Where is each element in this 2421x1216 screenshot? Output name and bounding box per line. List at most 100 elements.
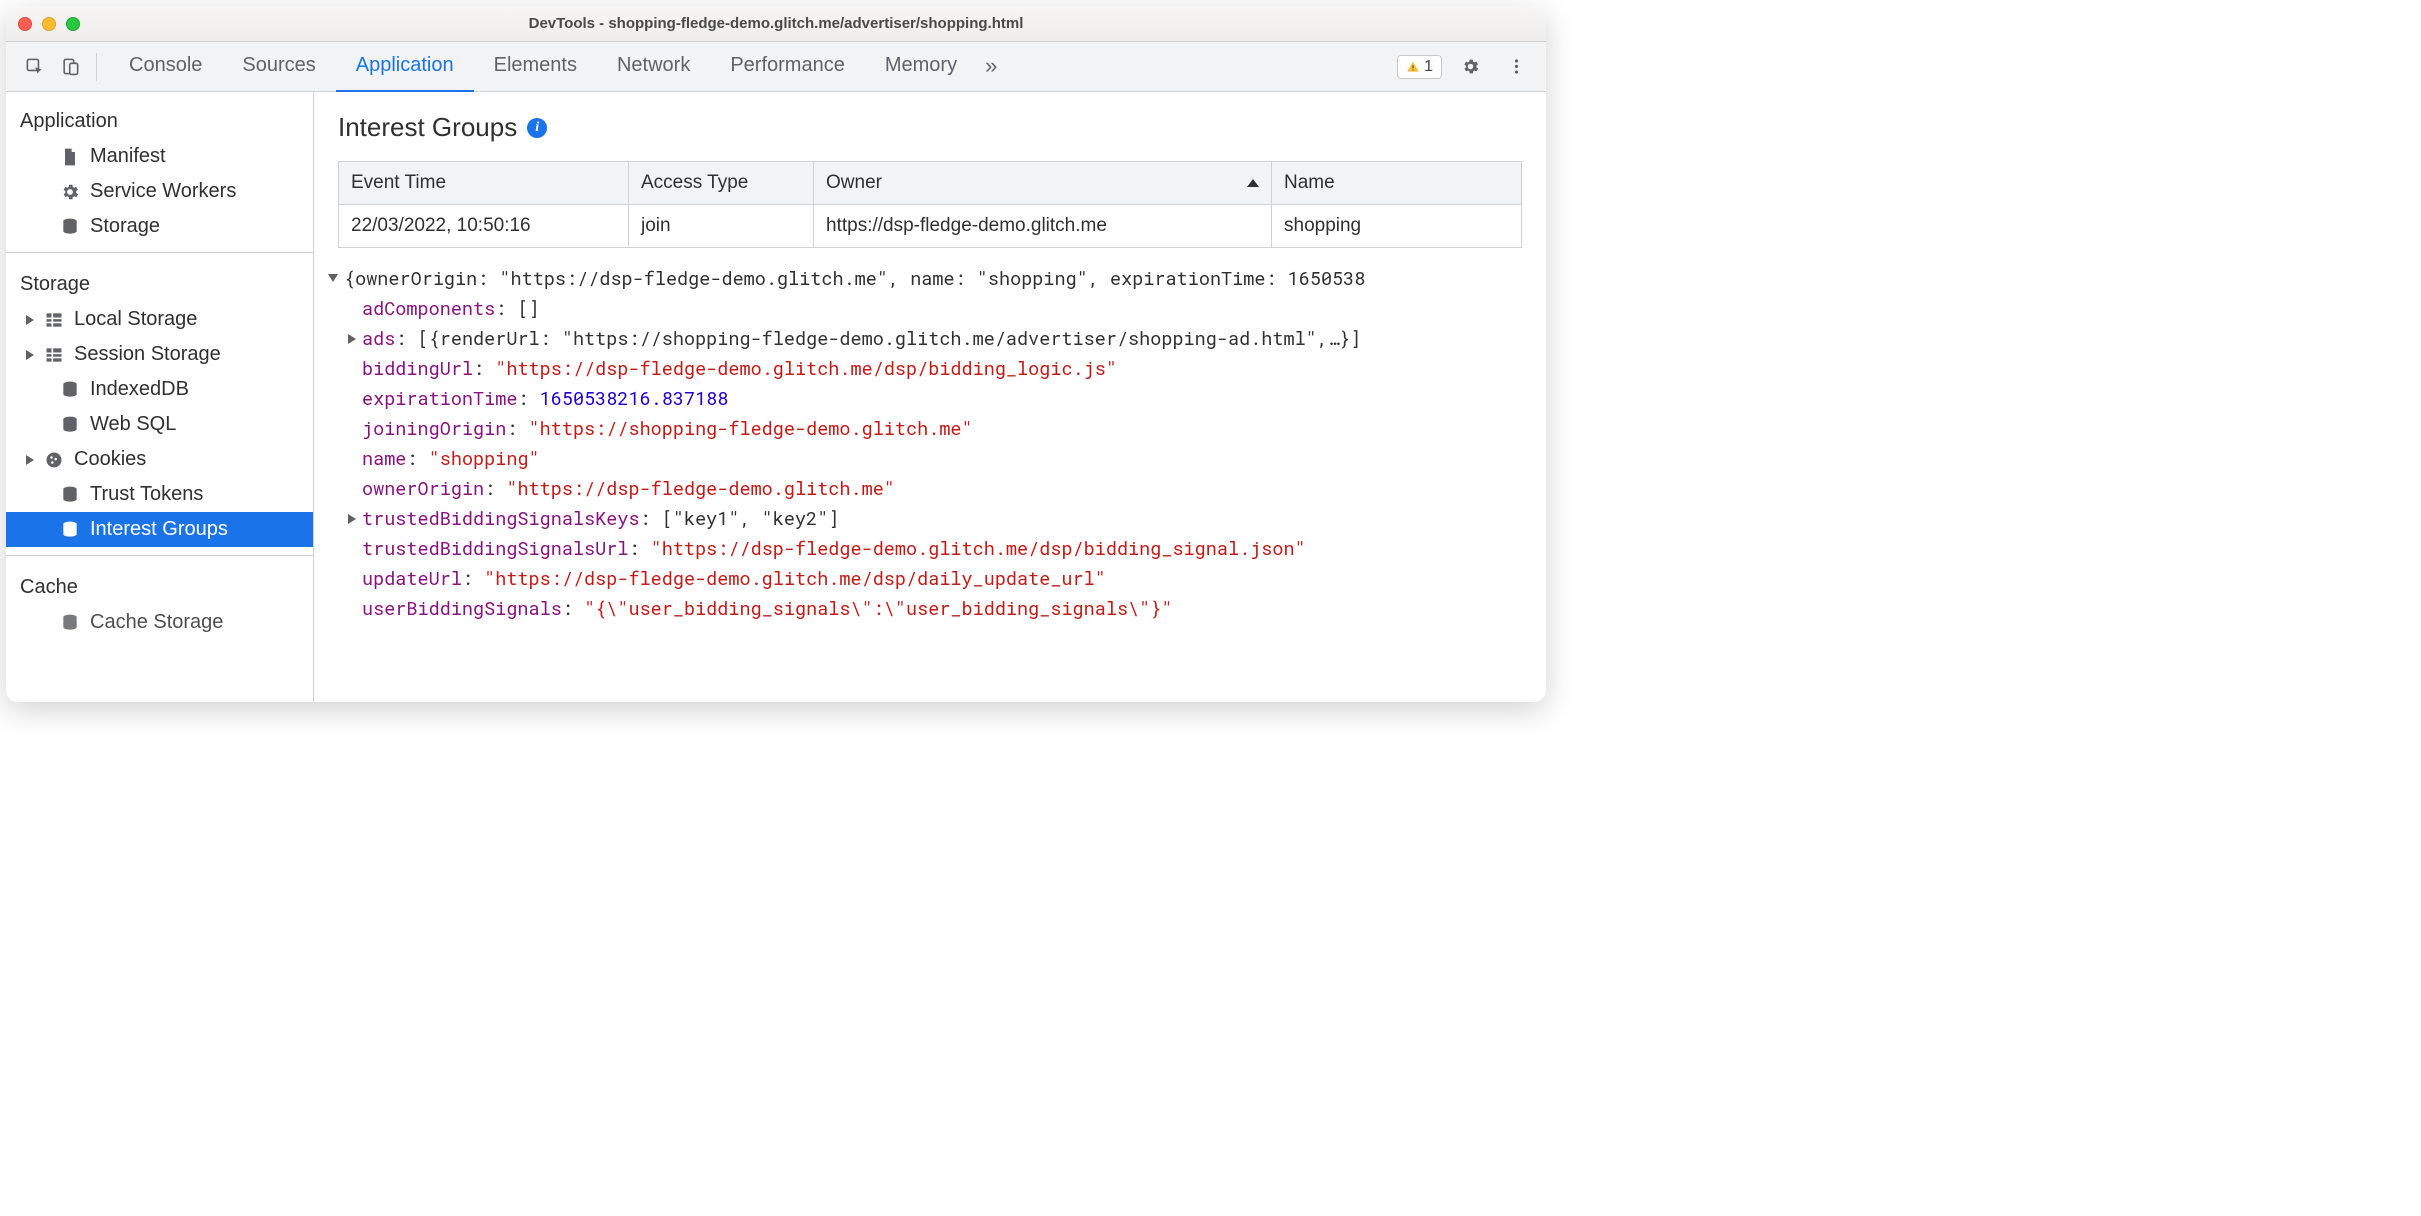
json-prop-ads[interactable]: ads: [{renderUrl: "https://shopping-fled… [320, 324, 1540, 354]
table-icon [44, 310, 64, 330]
database-icon [60, 217, 80, 237]
json-prop-trustedbiddingsignalsurl[interactable]: trustedBiddingSignalsUrl: "https://dsp-f… [320, 534, 1540, 564]
cell-name: shopping [1272, 205, 1522, 248]
sidebar-item-cookies[interactable]: Cookies [6, 442, 313, 477]
table-row[interactable]: 22/03/2022, 10:50:16 join https://dsp-fl… [339, 205, 1522, 248]
chevron-right-icon [26, 350, 34, 360]
sidebar-item-cache-storage[interactable]: Cache Storage [6, 605, 313, 640]
json-prop-joiningorigin[interactable]: joiningOrigin: "https://shopping-fledge-… [320, 414, 1540, 444]
sidebar-item-label: Service Workers [90, 180, 236, 203]
tabstrip: Console Sources Application Elements Net… [6, 42, 1546, 92]
sidebar: Application Manifest Service Workers Sto… [6, 92, 314, 702]
sidebar-section-cache: Cache [6, 564, 313, 605]
inspect-element-icon[interactable] [18, 51, 50, 83]
sidebar-item-label: Storage [90, 215, 160, 238]
tab-console[interactable]: Console [109, 42, 222, 92]
json-prop-userbiddingsignals[interactable]: userBiddingSignals: "{\"user_bidding_sig… [320, 594, 1540, 624]
database-icon [60, 613, 80, 633]
col-owner[interactable]: Owner [814, 162, 1272, 205]
database-icon [60, 485, 80, 505]
separator [96, 53, 97, 81]
table-header-row: Event Time Access Type Owner Name [339, 162, 1522, 205]
body: Application Manifest Service Workers Sto… [6, 92, 1546, 702]
interest-groups-table: Event Time Access Type Owner Name 22/03/… [338, 161, 1522, 248]
chevron-right-icon [26, 315, 34, 325]
json-prop-ownerorigin[interactable]: ownerOrigin: "https://dsp-fledge-demo.gl… [320, 474, 1540, 504]
sidebar-item-label: IndexedDB [90, 378, 189, 401]
col-access-type[interactable]: Access Type [629, 162, 814, 205]
json-prop-adcomponents[interactable]: adComponents: [] [320, 294, 1540, 324]
file-icon [60, 147, 80, 167]
gear-icon [60, 182, 80, 202]
close-window-button[interactable] [18, 17, 32, 31]
chevron-right-icon [26, 455, 34, 465]
info-icon[interactable]: i [527, 118, 547, 138]
json-prop-name[interactable]: name: "shopping" [320, 444, 1540, 474]
tab-overflow[interactable]: » [977, 42, 1005, 92]
warning-count: 1 [1424, 58, 1433, 76]
interest-groups-table-wrap: Event Time Access Type Owner Name 22/03/… [314, 161, 1546, 248]
device-toggle-icon[interactable] [54, 51, 86, 83]
table-icon [44, 345, 64, 365]
sidebar-item-manifest[interactable]: Manifest [6, 139, 313, 174]
titlebar: DevTools - shopping-fledge-demo.glitch.m… [6, 6, 1546, 42]
sidebar-item-service-workers[interactable]: Service Workers [6, 174, 313, 209]
sidebar-item-label: Local Storage [74, 308, 197, 331]
json-prop-expirationtime[interactable]: expirationTime: 1650538216.837188 [320, 384, 1540, 414]
sidebar-item-websql[interactable]: Web SQL [6, 407, 313, 442]
json-prop-trustedbiddingsignalskeys[interactable]: trustedBiddingSignalsKeys: ["key1", "key… [320, 504, 1540, 534]
chevron-right-icon[interactable] [348, 334, 356, 344]
tab-elements[interactable]: Elements [474, 42, 597, 92]
json-prop-updateurl[interactable]: updateUrl: "https://dsp-fledge-demo.glit… [320, 564, 1540, 594]
database-icon [60, 380, 80, 400]
minimize-window-button[interactable] [42, 17, 56, 31]
page-title-row: Interest Groups i [314, 92, 1546, 161]
sidebar-item-label: Cookies [74, 448, 146, 471]
sidebar-item-storage[interactable]: Storage [6, 209, 313, 244]
sidebar-item-interest-groups[interactable]: Interest Groups [6, 512, 313, 547]
database-icon [60, 415, 80, 435]
sidebar-divider [6, 555, 313, 556]
warning-badge[interactable]: 1 [1397, 55, 1442, 79]
kebab-menu-icon[interactable] [1500, 51, 1532, 83]
fullscreen-window-button[interactable] [66, 17, 80, 31]
json-prop-biddingurl[interactable]: biddingUrl: "https://dsp-fledge-demo.gli… [320, 354, 1540, 384]
sidebar-item-label: Trust Tokens [90, 483, 203, 506]
cell-event-time: 22/03/2022, 10:50:16 [339, 205, 629, 248]
sidebar-section-storage: Storage [6, 261, 313, 302]
col-owner-label: Owner [826, 172, 882, 193]
window-controls [18, 17, 80, 31]
tab-application[interactable]: Application [336, 42, 474, 92]
settings-icon[interactable] [1454, 51, 1486, 83]
sidebar-item-label: Cache Storage [90, 611, 223, 634]
sidebar-item-label: Manifest [90, 145, 166, 168]
cell-access-type: join [629, 205, 814, 248]
panel-tabs: Console Sources Application Elements Net… [109, 42, 1397, 92]
chevron-down-icon[interactable] [328, 274, 338, 282]
sidebar-item-trust-tokens[interactable]: Trust Tokens [6, 477, 313, 512]
page-title: Interest Groups [338, 112, 517, 143]
cookie-icon [44, 450, 64, 470]
tab-memory[interactable]: Memory [865, 42, 977, 92]
sidebar-item-indexeddb[interactable]: IndexedDB [6, 372, 313, 407]
json-root[interactable]: {ownerOrigin: "https://dsp-fledge-demo.g… [320, 264, 1540, 294]
sort-asc-icon [1247, 179, 1259, 187]
devtools-window: DevTools - shopping-fledge-demo.glitch.m… [6, 6, 1546, 702]
sidebar-item-session-storage[interactable]: Session Storage [6, 337, 313, 372]
chevron-right-icon[interactable] [348, 514, 356, 524]
sidebar-item-local-storage[interactable]: Local Storage [6, 302, 313, 337]
cell-owner: https://dsp-fledge-demo.glitch.me [814, 205, 1272, 248]
sidebar-item-label: Session Storage [74, 343, 221, 366]
database-icon [60, 520, 80, 540]
col-event-time[interactable]: Event Time [339, 162, 629, 205]
sidebar-section-application: Application [6, 98, 313, 139]
tab-performance[interactable]: Performance [710, 42, 865, 92]
main-content: Interest Groups i Event Time Access Type… [314, 92, 1546, 702]
json-detail-view[interactable]: {ownerOrigin: "https://dsp-fledge-demo.g… [314, 248, 1546, 702]
json-summary: {ownerOrigin: "https://dsp-fledge-demo.g… [344, 264, 1365, 294]
tab-sources[interactable]: Sources [222, 42, 335, 92]
toolbar-right: 1 [1397, 51, 1534, 83]
sidebar-item-label: Interest Groups [90, 518, 228, 541]
col-name[interactable]: Name [1272, 162, 1522, 205]
tab-network[interactable]: Network [597, 42, 710, 92]
